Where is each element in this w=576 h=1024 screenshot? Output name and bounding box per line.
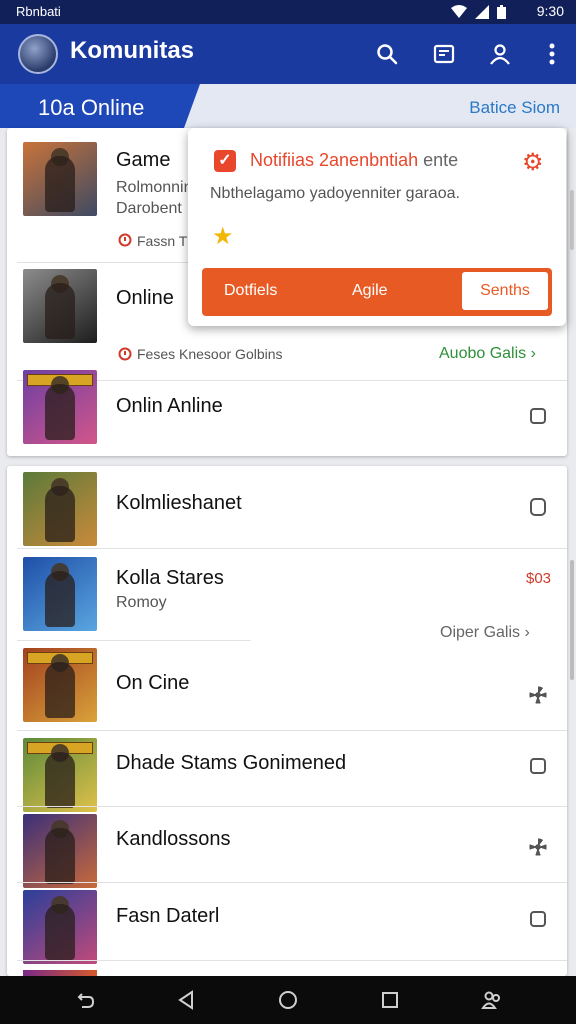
details-button[interactable]: Dotfiels: [224, 282, 277, 300]
home-icon[interactable]: [276, 988, 300, 1012]
back-swipe-icon[interactable]: [74, 988, 98, 1012]
battery-icon: [497, 5, 506, 22]
divider: [17, 640, 251, 641]
divider: [17, 960, 567, 961]
game-list: Kolmlieshanet Kolla Stares Romoy $03 Oip…: [7, 466, 567, 976]
row-title[interactable]: Game: [116, 149, 170, 172]
notification-popup: ✓ Notifiias 2anenbntiah ente ⚙ Nbthelaga…: [188, 128, 566, 326]
game-thumbnail[interactable]: [23, 472, 97, 546]
hexagon-icon[interactable]: [527, 496, 549, 518]
alert-icon: [118, 233, 132, 252]
list-item-title[interactable]: Dhade Stams Gonimened: [116, 752, 346, 775]
checkbox-icon[interactable]: [527, 405, 549, 427]
list-item-title[interactable]: Kolla Stares: [116, 567, 224, 590]
list-item-title[interactable]: Kolmlieshanet: [116, 492, 242, 515]
accounts-icon[interactable]: [480, 988, 504, 1012]
row-subtitle: Darobent: [116, 200, 182, 217]
galis-link[interactable]: Auobo Galis ›: [439, 345, 536, 363]
list-item-title[interactable]: Fasn Daterl: [116, 905, 219, 928]
check-icon: ✓: [214, 150, 236, 172]
row-meta: Fassn T: [137, 233, 188, 249]
gear-icon[interactable]: [527, 836, 549, 858]
status-bar: Rbnbati 9:30: [0, 0, 576, 24]
popup-body: Nbthelagamo yadoyenniter garaoa.: [210, 185, 460, 202]
list-item-title[interactable]: On Cine: [116, 672, 189, 695]
tab-row: 10a Online Batice Siom: [0, 84, 576, 128]
tab-online-label: 10a Online: [38, 95, 145, 120]
popup-title: Notifiias 2anenbntiah ente: [250, 150, 459, 170]
scrollbar[interactable]: [570, 560, 574, 680]
game-thumbnail[interactable]: [23, 269, 97, 343]
signal-icon: [475, 5, 489, 22]
gear-icon[interactable]: ⚙: [522, 148, 544, 177]
price-badge: $03: [526, 570, 552, 587]
checkbox-icon[interactable]: [527, 908, 549, 930]
avatar[interactable]: [18, 34, 58, 74]
divider: [17, 730, 567, 731]
wifi-icon: [451, 5, 467, 22]
list-item-subtitle: Romoy: [116, 594, 167, 611]
divider: [17, 380, 567, 381]
back-icon[interactable]: [174, 988, 198, 1012]
tab-online[interactable]: 10a Online: [0, 84, 200, 128]
carrier-label: Rbnbati: [16, 4, 61, 19]
profile-icon[interactable]: [484, 38, 516, 70]
clock: 9:30: [536, 3, 564, 19]
app-bar: Komunitas: [0, 24, 576, 84]
app-title: Komunitas: [70, 37, 195, 64]
alert-icon: [118, 347, 132, 366]
tab-batice[interactable]: Batice Siom: [469, 98, 560, 118]
search-icon[interactable]: [371, 38, 403, 70]
divider: [17, 806, 567, 807]
game-thumbnail[interactable]: [23, 814, 97, 888]
row-title[interactable]: Onlin Anline: [116, 395, 223, 418]
row-subtitle: Rolmonnin: [116, 179, 193, 196]
divider: [17, 548, 567, 549]
system-nav-bar: [0, 976, 576, 1024]
game-thumbnail[interactable]: [23, 370, 97, 444]
game-thumbnail[interactable]: [23, 890, 97, 964]
divider: [17, 262, 189, 263]
more-icon[interactable]: [536, 38, 568, 70]
gear-icon[interactable]: [527, 684, 549, 706]
news-icon[interactable]: [428, 38, 460, 70]
star-icon: ★: [212, 223, 234, 250]
list-item-title[interactable]: Kandlossons: [116, 828, 231, 851]
row-title[interactable]: Online: [116, 287, 174, 310]
galis-link[interactable]: Oiper Galis ›: [440, 624, 530, 642]
status-icons: [451, 5, 506, 22]
game-thumbnail[interactable]: [23, 738, 97, 812]
game-thumbnail[interactable]: [23, 648, 97, 722]
recents-icon[interactable]: [378, 988, 402, 1012]
settings-button[interactable]: Senths: [462, 272, 548, 310]
popup-action-bar: Dotfiels Agile Senths: [202, 268, 552, 316]
game-thumbnail[interactable]: [23, 142, 97, 216]
game-thumbnail[interactable]: [23, 557, 97, 631]
row-meta: Feses Knesoor Golbins: [137, 346, 283, 362]
checkbox-icon[interactable]: [527, 755, 549, 777]
divider: [17, 882, 567, 883]
scrollbar[interactable]: [570, 190, 574, 250]
agile-button[interactable]: Agile: [352, 282, 388, 300]
